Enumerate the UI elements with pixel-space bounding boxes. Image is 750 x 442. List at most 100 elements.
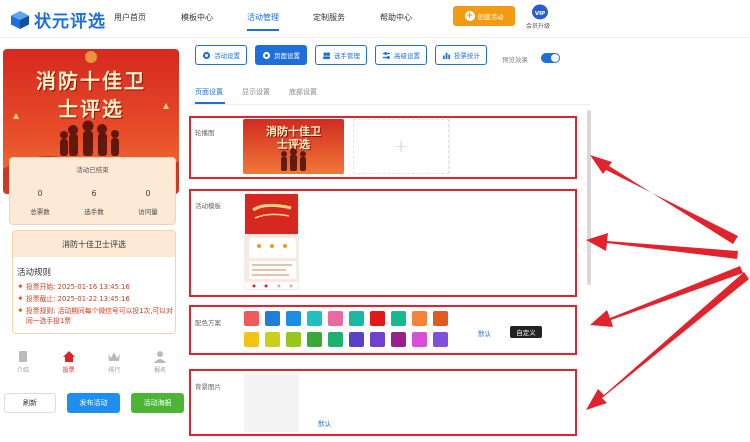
vip-badge-text: VIP (535, 11, 545, 17)
color-swatch[interactable] (370, 311, 385, 326)
template-preview-image (245, 194, 298, 289)
subtab-footer-settings[interactable]: 底部设置 (289, 87, 317, 97)
color-swatch[interactable] (328, 311, 343, 326)
color-swatch[interactable] (307, 332, 322, 347)
add-carousel-image-button[interactable]: + (353, 119, 449, 174)
logo-cube-icon (11, 10, 29, 29)
stat-label-candidates: 选手数 (84, 208, 104, 216)
background-section-label: 背景图片 (195, 383, 221, 391)
bottom-nav-vote[interactable]: 投票 (46, 350, 92, 380)
vip-crown-icon[interactable]: VIP (531, 4, 549, 20)
template-section-label: 活动模板 (195, 202, 221, 210)
rule-item: ✦ 投票开始: 2025-01-16 13:45:16 (17, 282, 175, 292)
tab-activity-settings[interactable]: 活动设置 (195, 45, 247, 65)
gear-icon (202, 51, 211, 59)
nav-active-indicator (247, 29, 279, 31)
color-swatch[interactable] (370, 332, 385, 347)
tab-advanced-settings[interactable]: 高级设置 (375, 45, 427, 65)
brand-logo[interactable]: 状元评选 (10, 7, 106, 32)
users-icon (322, 51, 331, 59)
create-activity-button[interactable]: + 创建活动 (453, 6, 515, 26)
bottom-nav-intro[interactable]: 介绍 (0, 350, 46, 380)
stat-value-candidates: 6 (91, 189, 97, 198)
background-image-placeholder[interactable] (244, 374, 299, 432)
tab-vote-statistics[interactable]: 投票统计 (435, 45, 487, 65)
stat-label-total-votes: 总票数 (30, 208, 50, 216)
color-swatch[interactable] (265, 311, 280, 326)
bottom-nav-vote-label: 投票 (62, 367, 75, 374)
rule-text-start: 投票开始: 2025-01-16 13:45:16 (26, 283, 130, 291)
rule-item: ✦ 投票截止: 2025-01-22 13:45:16 (17, 294, 175, 304)
stat-label-visits: 访问量 (138, 208, 158, 216)
color-scheme-section-label: 配色方案 (195, 319, 221, 327)
activity-poster-button[interactable]: 活动海报 (131, 393, 184, 413)
color-swatch[interactable] (286, 311, 301, 326)
poster-title-line2: 士评选 (58, 97, 124, 121)
publish-activity-button[interactable]: 发布活动 (67, 393, 120, 413)
home-icon (62, 351, 75, 362)
plus-icon: + (393, 136, 409, 157)
color-swatch[interactable] (391, 332, 406, 347)
color-swatch[interactable] (328, 332, 343, 347)
activity-template-thumbnail[interactable] (244, 193, 299, 290)
poster-title-line1: 消防十佳卫 (36, 69, 146, 93)
color-swatch[interactable] (244, 332, 259, 347)
document-icon (18, 351, 27, 362)
carousel-image-thumbnail[interactable]: 消防十佳卫 士评选 (243, 119, 344, 174)
tab-player-management[interactable]: 选手管理 (315, 45, 367, 65)
color-swatch[interactable] (286, 332, 301, 347)
rule-text-rules: 投票规则: 活动期间每个微信号可以投1次,可以对同一选手投1票 (26, 307, 173, 325)
color-swatch[interactable] (433, 332, 448, 347)
preview-toggle-label: 预览效果 (502, 56, 528, 64)
nav-templates[interactable]: 模板中心 (181, 12, 213, 23)
settings-scrollbar[interactable] (587, 110, 591, 285)
carousel-firefighter-image (281, 148, 306, 171)
refresh-button[interactable]: 刷新 (4, 393, 56, 413)
rule-item: ✦ 投票规则: 活动期间每个微信号可以投1次,可以对同一选手投1票 (17, 306, 175, 326)
nav-home[interactable]: 用户首页 (114, 12, 146, 23)
color-swatch[interactable] (307, 311, 322, 326)
user-icon (154, 351, 167, 363)
color-swatch[interactable] (391, 311, 406, 326)
subtab-display-settings[interactable]: 显示设置 (242, 87, 270, 97)
bottom-nav-signup-label: 报名 (154, 367, 167, 374)
activity-name: 消防十佳卫士评选 (13, 231, 175, 257)
color-swatch[interactable] (412, 332, 427, 347)
sliders-icon (382, 51, 391, 59)
annotation-arrow-template (586, 233, 738, 259)
nav-custom-service[interactable]: 定制服务 (313, 12, 345, 23)
mobile-preview-panel: 消防十佳卫 士评选 活动已结束 0 6 0 总票数 选手数 访问量 消防十佳卫士… (0, 44, 183, 442)
nav-activity-management[interactable]: 活动管理 (247, 12, 279, 23)
stats-card: 活动已结束 0 6 0 总票数 选手数 访问量 (9, 157, 176, 225)
crown-icon (108, 352, 121, 361)
annotation-arrow-background (586, 272, 749, 410)
bottom-nav-signup[interactable]: 报名 (137, 350, 183, 380)
tab-page-settings[interactable]: 页面设置 (255, 45, 307, 65)
color-swatch[interactable] (412, 311, 427, 326)
rules-title: 活动规则 (17, 268, 52, 278)
carousel-divider (449, 119, 450, 174)
default-color-option[interactable]: 默认 (478, 328, 491, 338)
nav-help-center[interactable]: 帮助中心 (380, 12, 412, 23)
custom-color-button[interactable]: 自定义 (510, 326, 542, 338)
color-swatch[interactable] (265, 332, 280, 347)
rule-text-end: 投票截止: 2025-01-22 13:45:16 (26, 295, 130, 303)
preview-toggle-switch[interactable] (541, 53, 560, 63)
subtab-divider (190, 104, 590, 105)
tab-activity-settings-label: 活动设置 (214, 52, 240, 60)
bottom-nav-ranking[interactable]: 排行 (92, 350, 138, 380)
brand-name: 状元评选 (34, 12, 106, 32)
rule-bullet-icon: ✦ (17, 294, 24, 303)
carousel-section-label: 轮播图 (195, 129, 215, 137)
color-swatch[interactable] (433, 311, 448, 326)
member-upgrade-link[interactable]: 会员升级 (526, 21, 550, 30)
bottom-nav-intro-label: 介绍 (16, 367, 29, 374)
stat-value-visits: 0 (145, 189, 151, 198)
color-swatch[interactable] (349, 332, 364, 347)
color-swatch[interactable] (349, 311, 364, 326)
bottom-nav-ranking-label: 排行 (108, 367, 121, 374)
subtab-page-settings[interactable]: 页面设置 (195, 87, 223, 97)
color-swatch[interactable] (244, 311, 259, 326)
tab-player-management-label: 选手管理 (334, 52, 360, 60)
background-default-option[interactable]: 默认 (318, 418, 331, 428)
